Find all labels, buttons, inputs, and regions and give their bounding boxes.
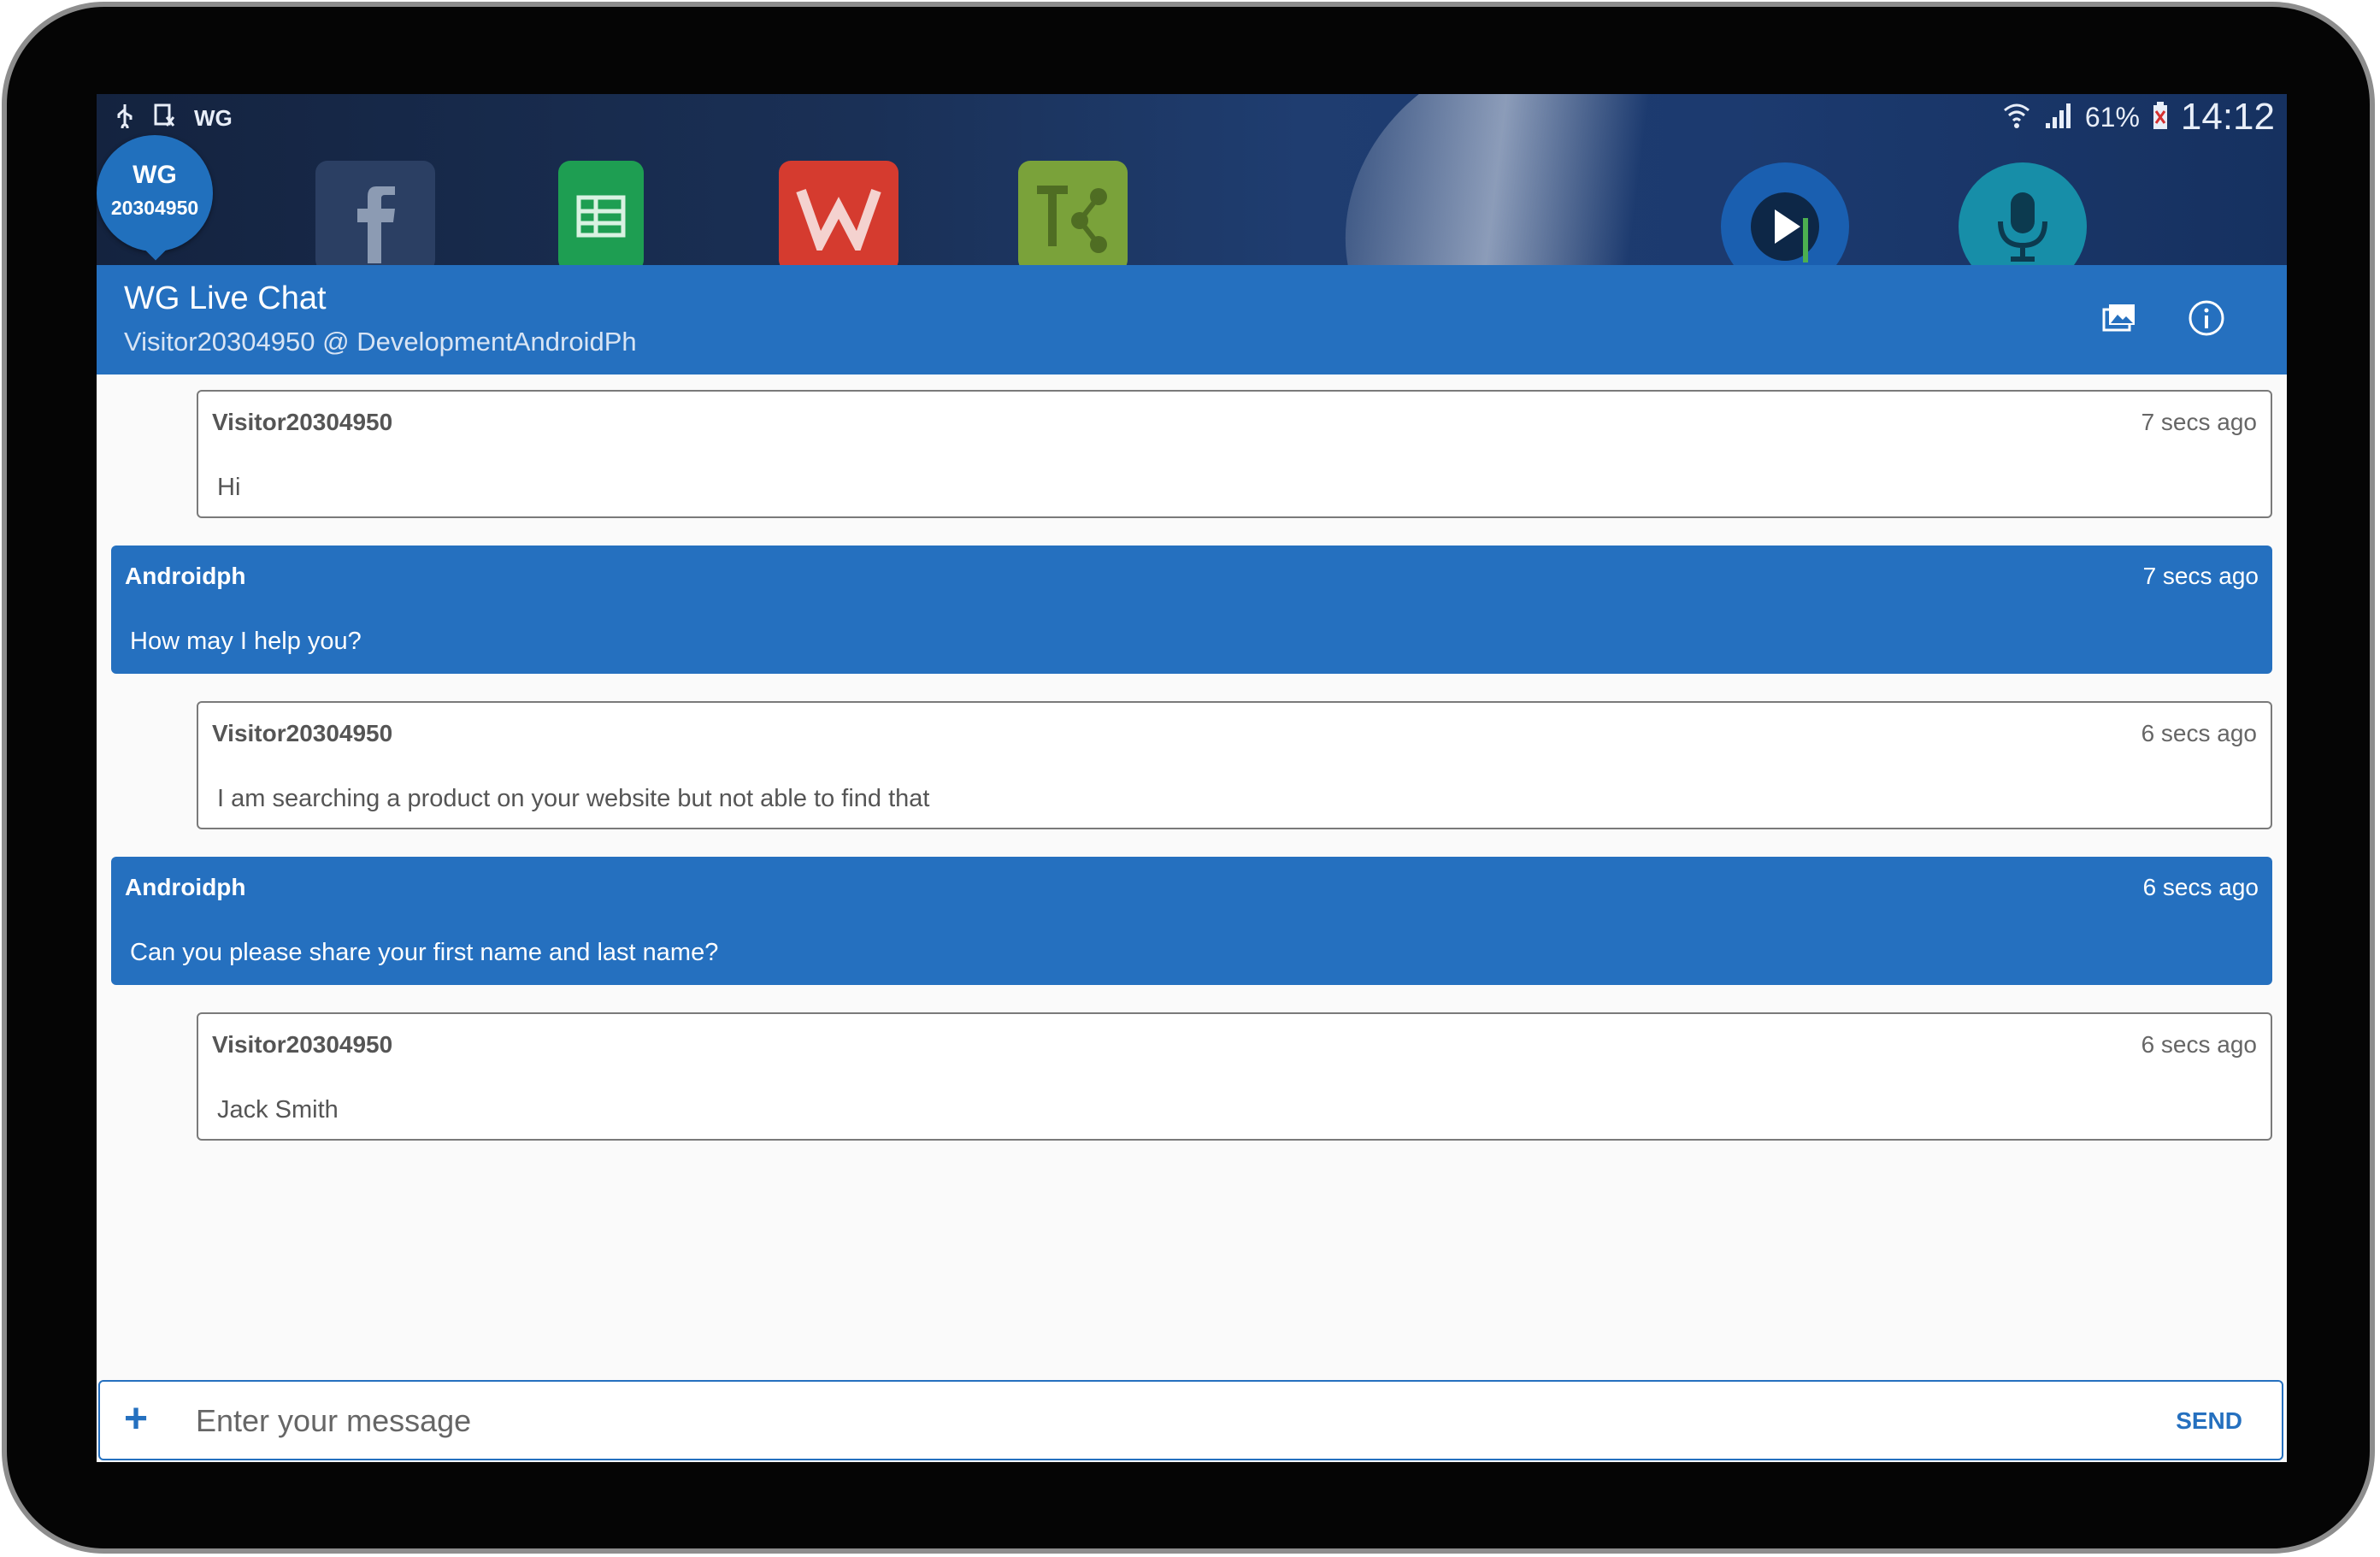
- message-time: 7 secs ago: [2141, 409, 2257, 435]
- voice-recorder-icon[interactable]: [1959, 162, 2087, 265]
- usb-icon: [115, 103, 134, 134]
- message-sender: Visitor20304950: [212, 409, 393, 435]
- battery-icon: [2152, 101, 2169, 134]
- message-time: 6 secs ago: [2141, 720, 2257, 746]
- visitor-message: Visitor20304950 6 secs ago Jack Smith: [197, 1012, 2272, 1141]
- facebook-icon[interactable]: [315, 161, 435, 265]
- agent-message: Androidph 7 secs ago How may I help you?: [111, 546, 2272, 674]
- message-composer: + SEND: [98, 1380, 2283, 1460]
- info-icon: [2188, 299, 2225, 341]
- signal-icon: [2044, 101, 2073, 134]
- gallery-button[interactable]: [2099, 299, 2140, 340]
- clock: 14:12: [2180, 96, 2275, 138]
- sheets-icon[interactable]: [558, 161, 644, 265]
- music-player-icon[interactable]: [1721, 162, 1849, 265]
- wifi-icon: [2001, 100, 2032, 135]
- wg-notification-label: WG: [194, 105, 233, 131]
- info-button[interactable]: [2186, 299, 2227, 340]
- message-time: 7 secs ago: [2142, 563, 2259, 589]
- message-sender: Androidph: [125, 563, 246, 589]
- visitor-message: Visitor20304950 7 secs ago Hi: [197, 390, 2272, 518]
- gallery-icon: [2102, 303, 2136, 338]
- message-text: How may I help you?: [130, 628, 362, 655]
- agent-message: Androidph 6 secs ago Can you please shar…: [111, 857, 2272, 985]
- chat-head-number: 20304950: [110, 197, 199, 219]
- message-sender: Androidph: [125, 874, 246, 900]
- sim-icon: [153, 103, 175, 133]
- visitor-message: Visitor20304950 6 secs ago I am searchin…: [197, 701, 2272, 829]
- tablet-screen: WG 61% 14:12 WG 20304950 WG Live Chat Vi…: [97, 94, 2287, 1462]
- message-sender: Visitor20304950: [212, 720, 393, 746]
- message-text: Jack Smith: [217, 1096, 339, 1124]
- message-sender: Visitor20304950: [212, 1031, 393, 1058]
- chat-head-logo: WG: [133, 161, 177, 189]
- message-text: Can you please share your first name and…: [130, 939, 719, 966]
- message-text: Hi: [217, 474, 241, 501]
- page-subtitle: Visitor20304950 @ DevelopmentAndroidPh: [124, 327, 637, 357]
- message-time: 6 secs ago: [2142, 874, 2259, 900]
- share-tool-icon[interactable]: [1018, 161, 1128, 265]
- wps-office-icon[interactable]: [779, 161, 898, 265]
- message-input[interactable]: [194, 1394, 2035, 1448]
- status-bar: WG 61% 14:12: [97, 94, 2287, 139]
- message-text: I am searching a product on your website…: [217, 785, 930, 812]
- add-attachment-button[interactable]: +: [124, 1395, 148, 1443]
- message-time: 6 secs ago: [2141, 1031, 2257, 1058]
- battery-percent: 61%: [2084, 101, 2140, 133]
- app-toolbar: WG Live Chat Visitor20304950 @ Developme…: [97, 265, 2287, 375]
- page-title: WG Live Chat: [124, 280, 327, 316]
- send-button[interactable]: SEND: [2176, 1407, 2242, 1435]
- home-wallpaper: WG 61% 14:12 WG 20304950: [97, 94, 2287, 265]
